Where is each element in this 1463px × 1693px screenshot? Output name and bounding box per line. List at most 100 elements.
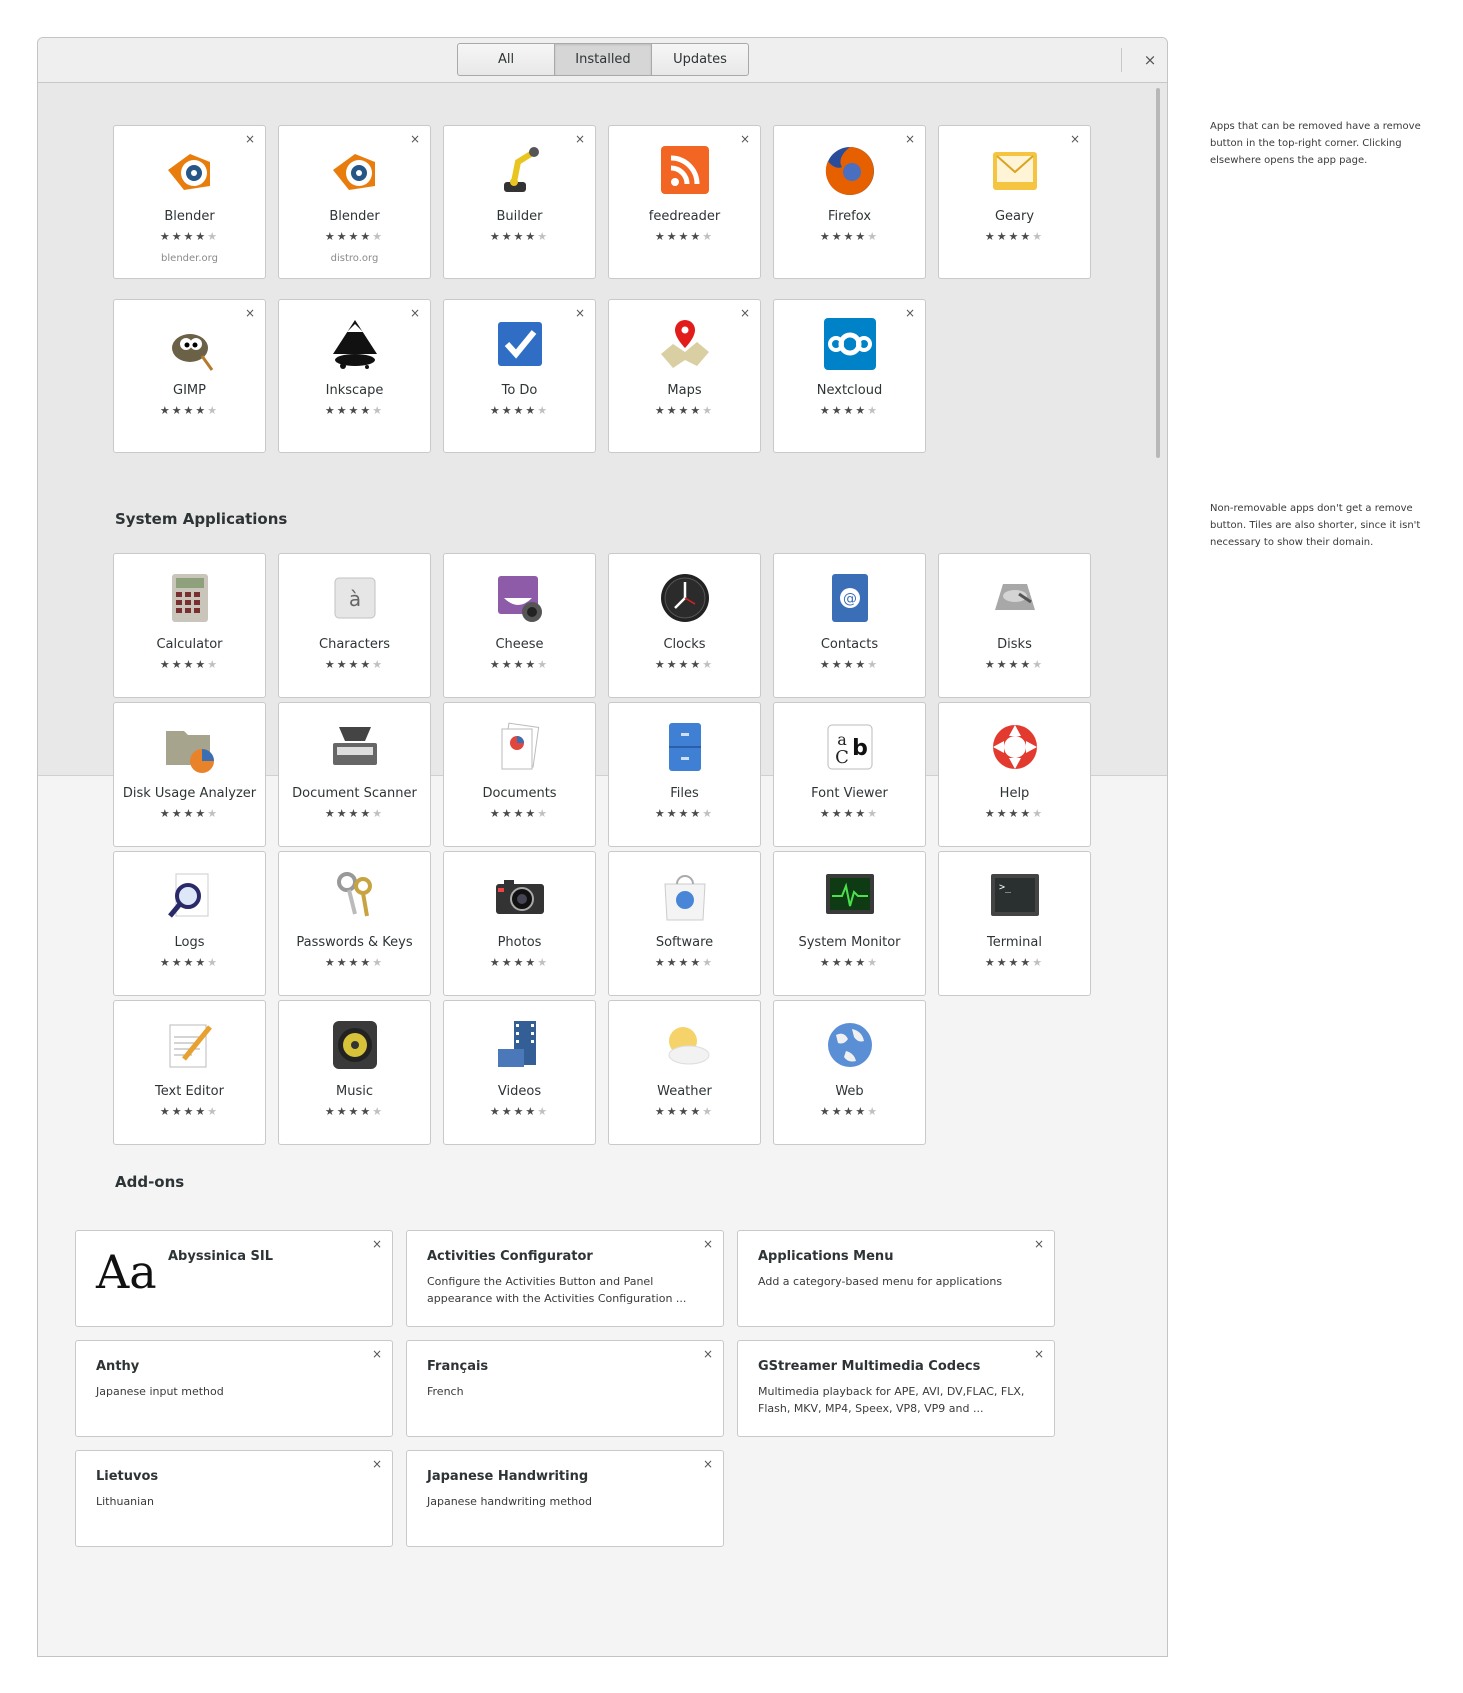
app-tile-web[interactable]: Web ★★★★★ [773,1000,926,1145]
app-name: Music [336,1084,373,1099]
add-ons-grid: Aa Abyssinica SIL × Activities Configurator… [75,1230,1055,1547]
app-tile-videos[interactable]: Videos ★★★★★ [443,1000,596,1145]
remove-button[interactable]: × [1031,1236,1047,1252]
rating-stars: ★★★★★ [489,1105,550,1118]
remove-button[interactable]: × [700,1456,716,1472]
app-tile-terminal[interactable]: >_ Terminal ★★★★★ [938,851,1091,996]
remove-button[interactable]: × [572,131,588,147]
addon-card-applications-menu[interactable]: Applications Menu Add a category-based me… [737,1230,1055,1327]
help-lifebuoy-icon [985,717,1045,777]
scrollbar[interactable] [1156,88,1160,458]
remove-button[interactable]: × [242,305,258,321]
app-tile-disks[interactable]: Disks ★★★★★ [938,553,1091,698]
addon-description: Multimedia playback for APE, AVI, DV,FLA… [758,1385,1025,1415]
app-name: Passwords & Keys [296,935,413,950]
remove-button[interactable]: × [700,1346,716,1362]
remove-button[interactable]: × [242,131,258,147]
text-editor-icon [160,1015,220,1075]
app-name: Documents [482,786,557,801]
calculator-icon [160,568,220,628]
app-tile-music[interactable]: Music ★★★★★ [278,1000,431,1145]
app-tile-to-do[interactable]: To Do ★★★★★ × [443,299,596,453]
addon-card-anthy[interactable]: Anthy Japanese input method × [75,1340,393,1437]
app-tile-files[interactable]: Files ★★★★★ [608,702,761,847]
app-tile-firefox[interactable]: Firefox ★★★★★ × [773,125,926,279]
app-tile-documents[interactable]: Documents ★★★★★ [443,702,596,847]
addon-card-abyssinica-sil[interactable]: Aa Abyssinica SIL × [75,1230,393,1327]
app-tile-inkscape[interactable]: Inkscape ★★★★★ × [278,299,431,453]
app-tile-cheese[interactable]: Cheese ★★★★★ [443,553,596,698]
addon-card-lietuvos[interactable]: Lietuvos Lithuanian × [75,1450,393,1547]
rating-stars: ★★★★★ [819,658,880,671]
remove-button[interactable]: × [700,1236,716,1252]
app-tile-geary[interactable]: Geary ★★★★★ × [938,125,1091,279]
rating-stars: ★★★★★ [984,956,1045,969]
remove-button[interactable]: × [1031,1346,1047,1362]
addon-card-japanese-handwriting[interactable]: Japanese Handwriting Japanese handwriting… [406,1450,724,1547]
addon-card-fran-ais[interactable]: Français French × [406,1340,724,1437]
tab-installed[interactable]: Installed [554,44,651,75]
remove-button[interactable]: × [369,1456,385,1472]
addon-card-activities-configurator[interactable]: Activities Configurator Configure the Act… [406,1230,724,1327]
remove-button[interactable]: × [407,305,423,321]
svg-text:b: b [852,736,868,761]
addon-card-gstreamer-multimedia-codecs[interactable]: GStreamer Multimedia Codecs Multimedia pl… [737,1340,1055,1437]
remove-button[interactable]: × [902,305,918,321]
app-tile-gimp[interactable]: GIMP ★★★★★ × [113,299,266,453]
header-bar: All Installed Updates × [38,38,1167,83]
svg-text:à: à [348,587,360,611]
maps-icon [655,314,715,374]
remove-button[interactable]: × [902,131,918,147]
window-close-button[interactable]: × [1138,48,1162,72]
app-domain: distro.org [330,253,379,264]
app-tile-clocks[interactable]: Clocks ★★★★★ [608,553,761,698]
system-apps-grid: Calculator ★★★★★ à Characters ★★★★★ Cheese ★★★… [113,553,1091,1145]
terminal-icon: >_ [985,866,1045,926]
app-tile-builder[interactable]: Builder ★★★★★ × [443,125,596,279]
app-name: Logs [174,935,205,950]
app-tile-disk-usage-analyzer[interactable]: Disk Usage Analyzer ★★★★★ [113,702,266,847]
app-name: Blender [329,209,380,224]
remove-button[interactable]: × [737,305,753,321]
app-tile-text-editor[interactable]: Text Editor ★★★★★ [113,1000,266,1145]
rating-stars: ★★★★★ [159,404,220,417]
app-tile-characters[interactable]: à Characters ★★★★★ [278,553,431,698]
tab-all[interactable]: All [458,44,554,75]
remove-button[interactable]: × [1067,131,1083,147]
contacts-icon: @ [820,568,880,628]
addon-description: Configure the Activities Button and Pane… [427,1275,687,1305]
remove-button[interactable]: × [737,131,753,147]
app-tile-help[interactable]: Help ★★★★★ [938,702,1091,847]
app-tile-system-monitor[interactable]: System Monitor ★★★★★ [773,851,926,996]
svg-text:>_: >_ [999,882,1012,893]
app-tile-font-viewer[interactable]: a Cb Font Viewer ★★★★★ [773,702,926,847]
app-name: Files [670,786,699,801]
rating-stars: ★★★★★ [324,230,385,243]
remove-button[interactable]: × [407,131,423,147]
app-tile-feedreader[interactable]: feedreader ★★★★★ × [608,125,761,279]
app-tile-logs[interactable]: Logs ★★★★★ [113,851,266,996]
app-tile-contacts[interactable]: @ Contacts ★★★★★ [773,553,926,698]
app-tile-weather[interactable]: Weather ★★★★★ [608,1000,761,1145]
app-tile-blender[interactable]: Blender ★★★★★ blender.org × [113,125,266,279]
app-tile-passwords-and-keys[interactable]: Passwords & Keys ★★★★★ [278,851,431,996]
app-tile-photos[interactable]: Photos ★★★★★ [443,851,596,996]
app-tile-maps[interactable]: Maps ★★★★★ × [608,299,761,453]
rating-stars: ★★★★★ [324,1105,385,1118]
remove-button[interactable]: × [369,1346,385,1362]
scanner-icon [325,717,385,777]
remove-button[interactable]: × [369,1236,385,1252]
documents-icon [490,717,550,777]
inkscape-icon [325,314,385,374]
app-tile-document-scanner[interactable]: Document Scanner ★★★★★ [278,702,431,847]
app-tile-blender[interactable]: Blender ★★★★★ distro.org × [278,125,431,279]
addon-description: Add a category-based menu for applicatio… [758,1275,1003,1288]
remove-button[interactable]: × [572,305,588,321]
app-tile-software[interactable]: Software ★★★★★ [608,851,761,996]
app-tile-calculator[interactable]: Calculator ★★★★★ [113,553,266,698]
tab-updates[interactable]: Updates [651,44,748,75]
app-tile-nextcloud[interactable]: Nextcloud ★★★★★ × [773,299,926,453]
disk-usage-icon [160,717,220,777]
app-name: Document Scanner [292,786,417,801]
app-name: Inkscape [325,383,384,398]
